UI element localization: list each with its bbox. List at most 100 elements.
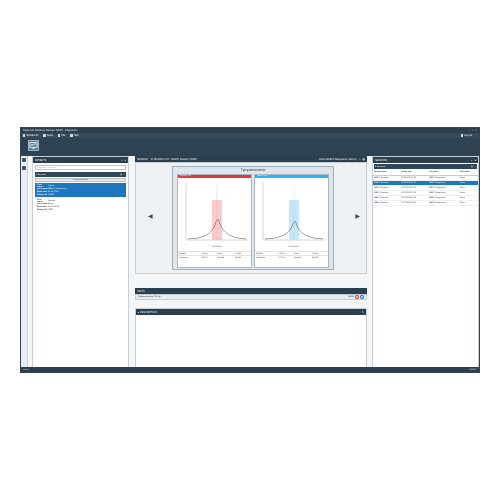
ear-value-cell: 40 daPa <box>310 255 328 260</box>
session-user-label: Demo MAICO Diagnostics [ admin ] <box>319 157 357 161</box>
test-row[interactable]: Tympanometrie 226 Hz PASS <box>135 294 367 300</box>
connected-data-button[interactable]: Connected data <box>35 178 126 182</box>
left-ear-values: Volumen 1.20 ml Druck -1 daPa Compliance 0.75… <box>255 251 328 260</box>
session-row[interactable]: MAICO Sessions 03.12.2018 09:44 MAICO Diag… <box>373 200 478 206</box>
right-ear-plot: Druck daPa <box>185 182 248 248</box>
logout-button[interactable]: Log out <box>460 134 472 137</box>
patient-card[interactable]: First name Martina Last name Brune Birth dat… <box>35 198 126 212</box>
sessions-table: Session name Create date Last name First na… <box>373 170 478 206</box>
panel-menu-icon[interactable]: ≡ <box>124 159 126 162</box>
right-ear-chart: Rechtes Ohr Druck daPa Volumen 1.00 ml Dru… <box>177 174 252 268</box>
ear-value-cell: Compliance <box>255 255 278 260</box>
session-cell: 03.12.2018 09:44 <box>400 200 429 206</box>
patient-field-value: 75680 <box>48 193 55 196</box>
list-icon[interactable] <box>22 166 26 170</box>
sessions-header: SESSIONS + ≡ <box>373 157 478 163</box>
menu-workbench[interactable]: Workbench <box>23 134 38 137</box>
app-window: Diagnostic Database Manager (DDM) - Diag… <box>20 127 480 373</box>
ear-value-row: Compliance 0.75 ml Gradient 40 daPa <box>255 255 328 260</box>
patient-field-value: Quem <box>48 184 54 187</box>
patient-field-value: MAICO Diagnostics <box>48 187 68 190</box>
right-ear-xlabel: Druck daPa <box>212 246 223 248</box>
minimize-button[interactable]: – <box>469 129 470 132</box>
tests-title: TESTS <box>137 289 145 293</box>
patient-field: Patient Id 75680 <box>37 193 124 196</box>
patient-field-value: 09.09.2019 <box>48 205 59 208</box>
session-cell: Demo <box>458 200 478 206</box>
sessions-count: 6 Sessions <box>375 165 386 168</box>
sessions-count-bar: 6 Sessions ▥ ⌄ <box>374 164 477 169</box>
patient-field-label: Birth date <box>37 205 48 208</box>
close-button[interactable]: × <box>476 129 477 132</box>
right-ear-values: Volumen 1.00 ml Druck -1 daPa Compliance 0.82… <box>178 251 251 260</box>
add-session-icon[interactable]: + <box>471 159 473 162</box>
user-icon[interactable] <box>22 158 26 162</box>
ear-value-cell: Gradient <box>293 255 311 260</box>
right-ear-indicator-icon <box>355 295 359 299</box>
sessions-menu-icon[interactable]: ≡ <box>474 159 476 162</box>
monitor-button[interactable] <box>28 140 39 151</box>
patients-title: PATIENTS <box>35 158 47 162</box>
left-ear-chart: Linkes Ohr Druck daPa Volumen 1.20 ml Druc… <box>254 174 329 268</box>
menu-setup[interactable]: Setup <box>43 134 53 137</box>
home-icon[interactable]: ⌂ <box>359 158 361 161</box>
ear-value-cell: Compliance <box>178 255 201 260</box>
next-arrow-icon[interactable]: ▶ <box>355 213 360 220</box>
status-bar: admin READY <box>21 367 479 372</box>
patient-field-value: Brune <box>48 202 54 205</box>
prev-arrow-icon[interactable]: ◀ <box>148 213 153 220</box>
description-section: ▴ DESCRIPTION ✎ <box>135 308 367 368</box>
patient-record-bar: 2 Records ▤ ⌄ <box>35 172 126 177</box>
sessions-panel: SESSIONS + ≡ 6 Sessions ▥ ⌄ Session name… <box>372 156 479 368</box>
tests-section: TESTS Tympanometrie 226 Hz PASS <box>135 288 367 300</box>
help-icon <box>70 134 73 137</box>
chevron-down-icon[interactable]: ⌄ <box>474 165 476 168</box>
status-user: admin <box>23 368 29 371</box>
session-title: SESSION <box>137 157 148 161</box>
patient-field-label: Birth date <box>37 190 48 193</box>
menu-label: File <box>61 134 66 137</box>
left-ear-indicator-icon <box>360 295 364 299</box>
grid-icon[interactable]: ▦ <box>363 158 365 161</box>
menu-label: Setup <box>46 134 54 137</box>
menu-file[interactable]: File <box>58 134 65 137</box>
patient-search-input[interactable]: Type here to search <box>35 165 126 170</box>
record-count: 2 Records <box>36 173 46 176</box>
menu-help[interactable]: Help <box>70 134 79 137</box>
patient-list: First name Quem Last name MAICO Diagnostics… <box>33 183 128 212</box>
add-patient-icon[interactable]: + <box>121 159 123 162</box>
session-area: SESSION 27.06.2019 17:07 - MAICO Session… <box>135 156 367 368</box>
session-cell: MAICO Diagnostics <box>428 200 459 206</box>
session-cell: MAICO Sessions <box>373 200 401 206</box>
window-title: Diagnostic Database Manager (DDM) - Diag… <box>23 129 78 132</box>
description-title: DESCRIPTION <box>140 310 157 314</box>
left-icon-strip <box>21 156 28 368</box>
patient-field-label: Patient Id <box>37 193 47 196</box>
logout-icon <box>460 134 464 137</box>
patient-card[interactable]: First name Quem Last name MAICO Diagnostics… <box>35 183 126 197</box>
patients-panel: PATIENTS + ≡ Type here to search 2 Recor… <box>32 156 129 368</box>
ear-value-cell: 43 daPa <box>233 255 251 260</box>
patient-field-label: Last name <box>37 187 48 190</box>
chevron-down-icon[interactable]: ⌄ <box>123 173 125 176</box>
setup-icon <box>43 134 46 137</box>
patient-field-value: Martina <box>48 199 56 202</box>
ear-value-cell: 0.82 ml <box>200 255 217 260</box>
patients-header: PATIENTS + ≡ <box>33 157 128 163</box>
toolbar <box>21 138 479 156</box>
filter-icon[interactable]: ▤ <box>120 173 122 176</box>
sessions-title: SESSIONS <box>375 158 388 162</box>
left-ear-plot: Druck daPa <box>262 182 325 248</box>
columns-icon[interactable]: ▥ <box>471 165 473 168</box>
patient-field-value: 7869 <box>48 208 53 211</box>
description-header: ▴ DESCRIPTION ✎ <box>136 309 366 315</box>
collapse-icon[interactable]: ▴ <box>138 311 139 314</box>
test-name: Tympanometrie 226 Hz <box>138 296 161 298</box>
edit-icon[interactable]: ✎ <box>362 311 364 314</box>
maximize-button[interactable]: □ <box>472 129 473 132</box>
workbench-icon <box>23 134 26 137</box>
status-state: READY <box>469 368 477 371</box>
menu-label: Help <box>73 134 79 137</box>
patient-field-label: Last name <box>37 202 48 205</box>
ear-value-cell: 0.75 ml <box>277 255 294 260</box>
